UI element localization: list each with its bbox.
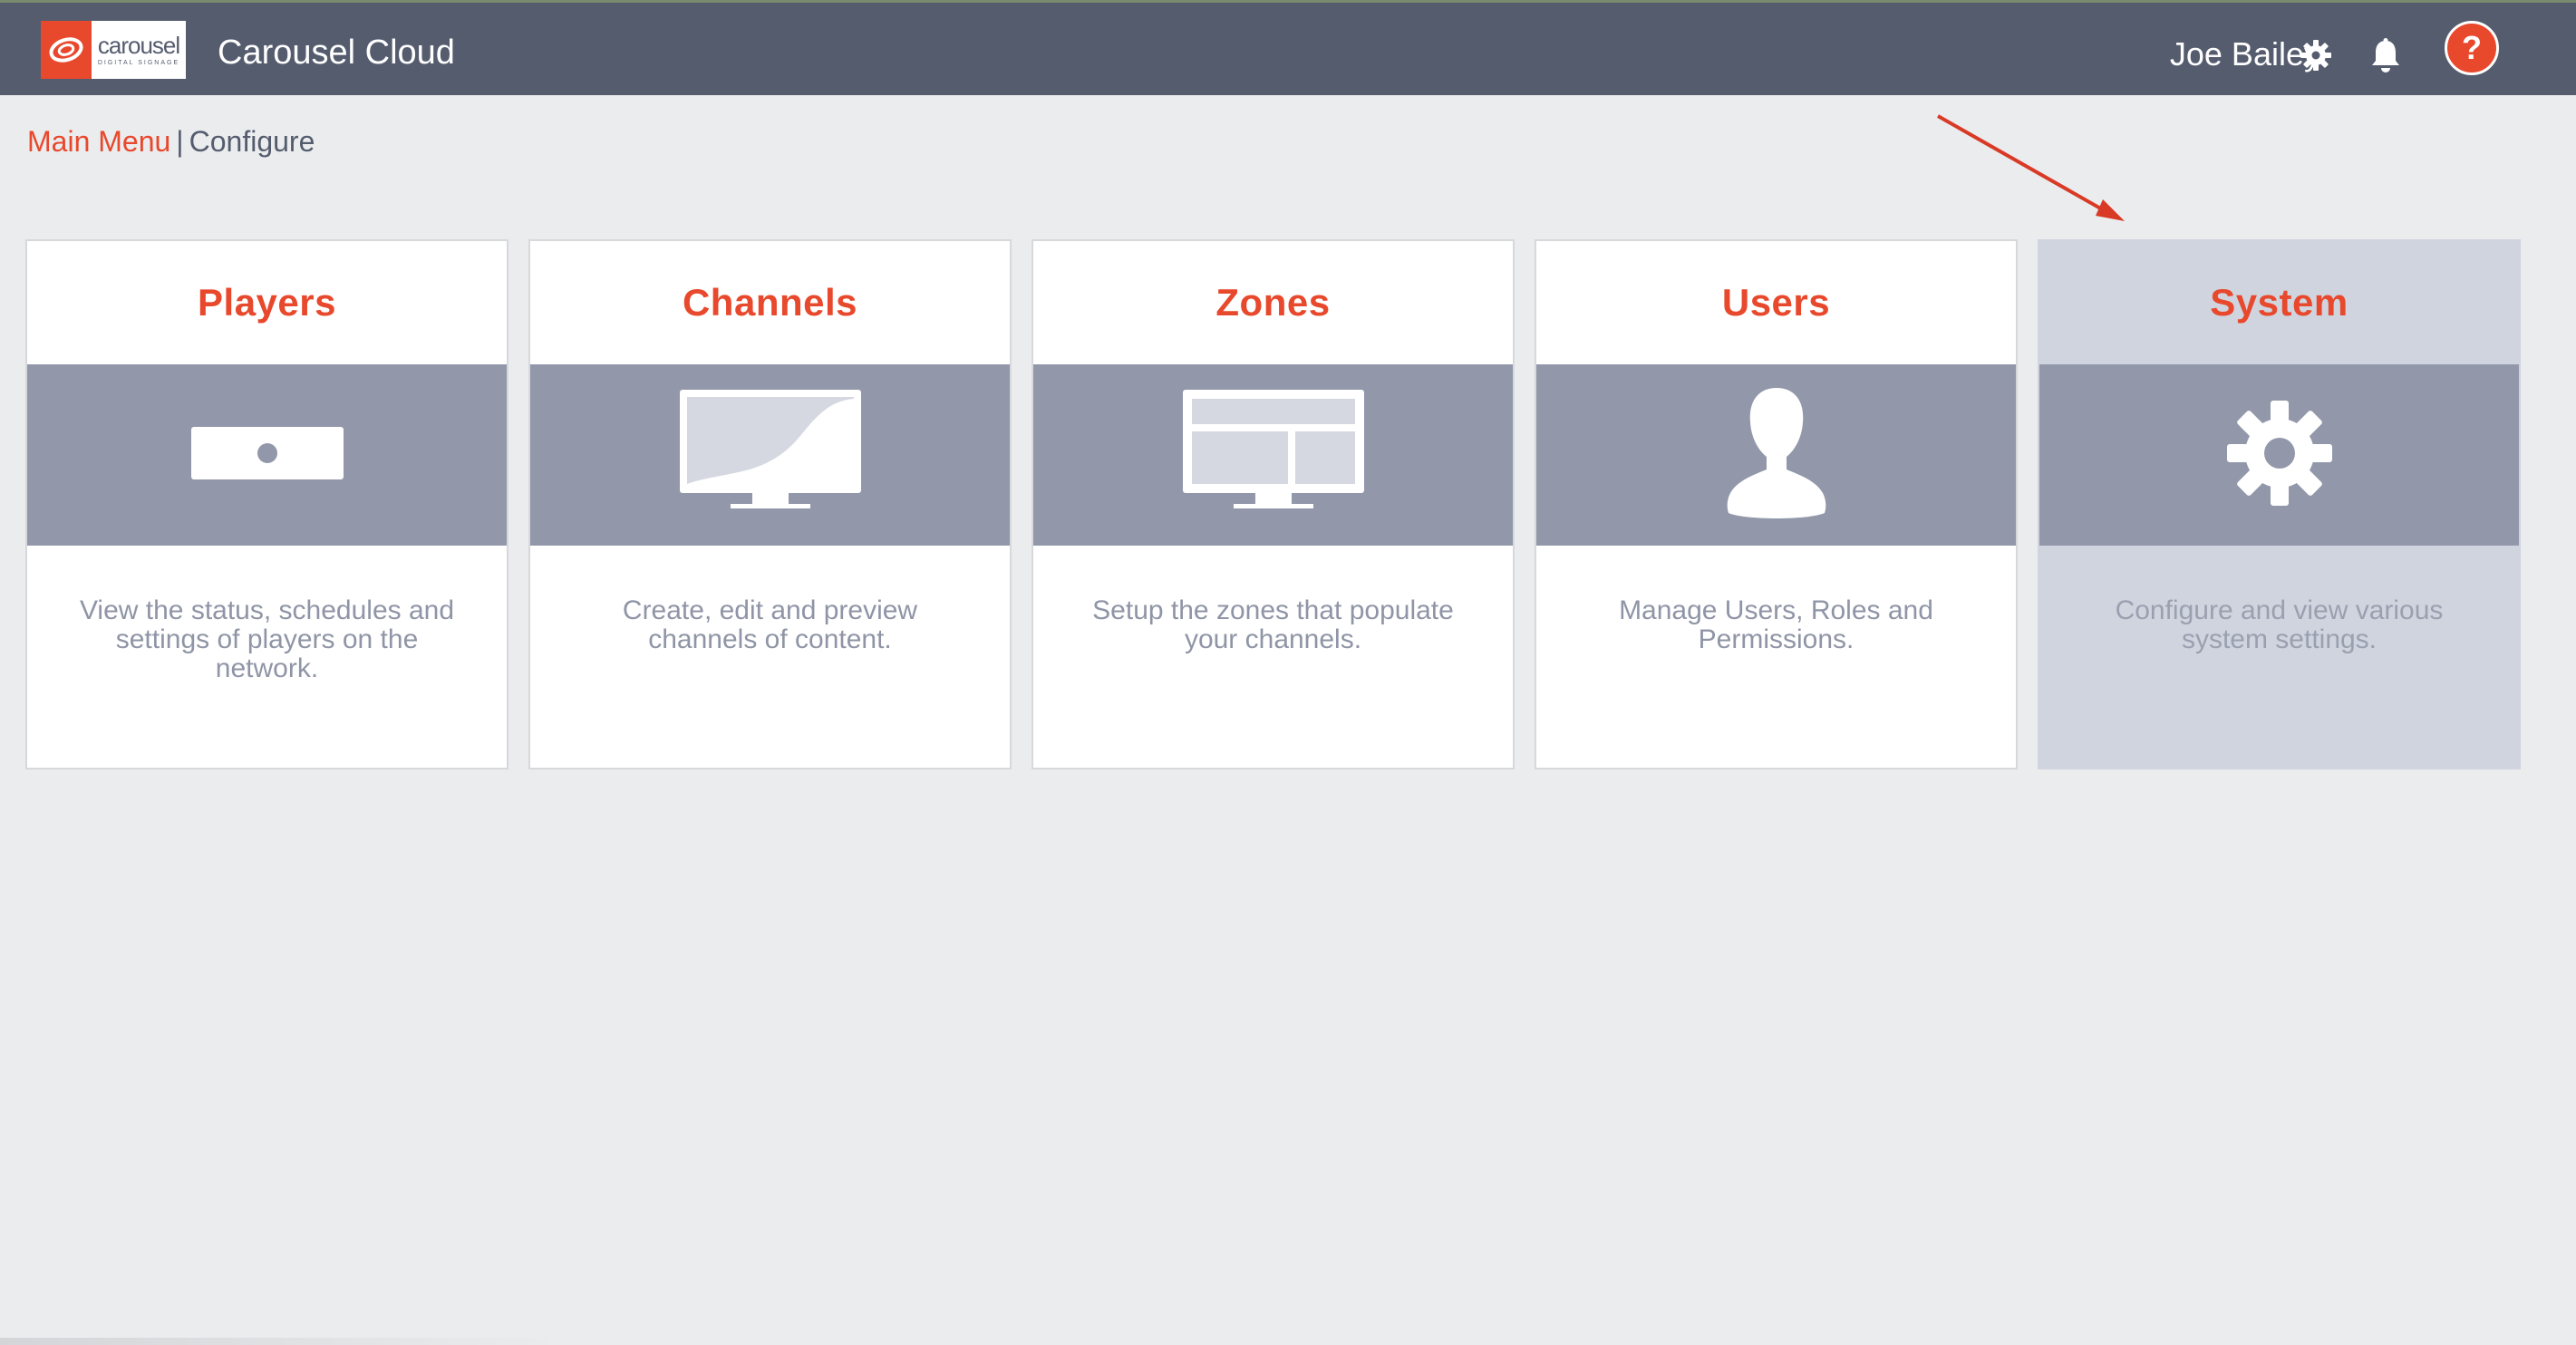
gear-icon [2225,399,2334,512]
notifications-bell-icon[interactable] [2368,37,2404,75]
card-description: Configure and view various system settin… [2115,595,2444,654]
card-title: Zones [1215,281,1331,324]
top-bar: carousel DIGITAL SIGNAGE Carousel Cloud … [0,0,2576,95]
channels-card[interactable]: Channels Create, edit and preview channe… [528,239,1012,769]
zones-card[interactable]: Zones Setup the zones that populate your… [1031,239,1515,769]
system-card[interactable]: System Configure and view various system… [2038,239,2521,769]
card-description: Manage Users, Roles and Permissions. [1619,595,1933,654]
user-settings-gear-icon[interactable] [2300,39,2332,72]
monitor-icon [679,389,861,521]
user-menu-name[interactable]: Joe Bailey [2170,35,2320,73]
carousel-logo[interactable]: carousel DIGITAL SIGNAGE [41,21,186,79]
carousel-swirl-icon [41,21,92,79]
card-description: View the status, schedules and settings … [79,595,455,683]
card-description: Setup the zones that populate your chann… [1092,595,1454,654]
help-button[interactable]: ? [2445,21,2499,75]
annotation-arrow-icon [1937,114,2125,221]
configure-cards: Players View the status, schedules and s… [25,239,2521,769]
app-title: Carousel Cloud [218,34,455,72]
card-title: System [2210,281,2348,324]
breadcrumb-main-menu-link[interactable]: Main Menu [27,125,170,158]
breadcrumb-separator: | [176,125,184,158]
logo-tagline: DIGITAL SIGNAGE [97,60,180,66]
players-card[interactable]: Players View the status, schedules and s… [25,239,508,769]
breadcrumb: Main Menu | Configure [27,125,315,159]
card-title: Channels [682,281,858,324]
card-title: Users [1721,281,1831,324]
zones-layout-icon [1182,389,1364,521]
card-title: Players [198,281,336,324]
player-device-icon [190,426,344,485]
breadcrumb-current: Configure [189,125,315,158]
card-description: Create, edit and preview channels of con… [622,595,918,654]
logo-wordmark: carousel [97,32,180,59]
user-silhouette-icon [1718,381,1835,530]
users-card[interactable]: Users Manage Users, Roles and Permission… [1535,239,2018,769]
bottom-scroll-shadow [0,1338,562,1345]
